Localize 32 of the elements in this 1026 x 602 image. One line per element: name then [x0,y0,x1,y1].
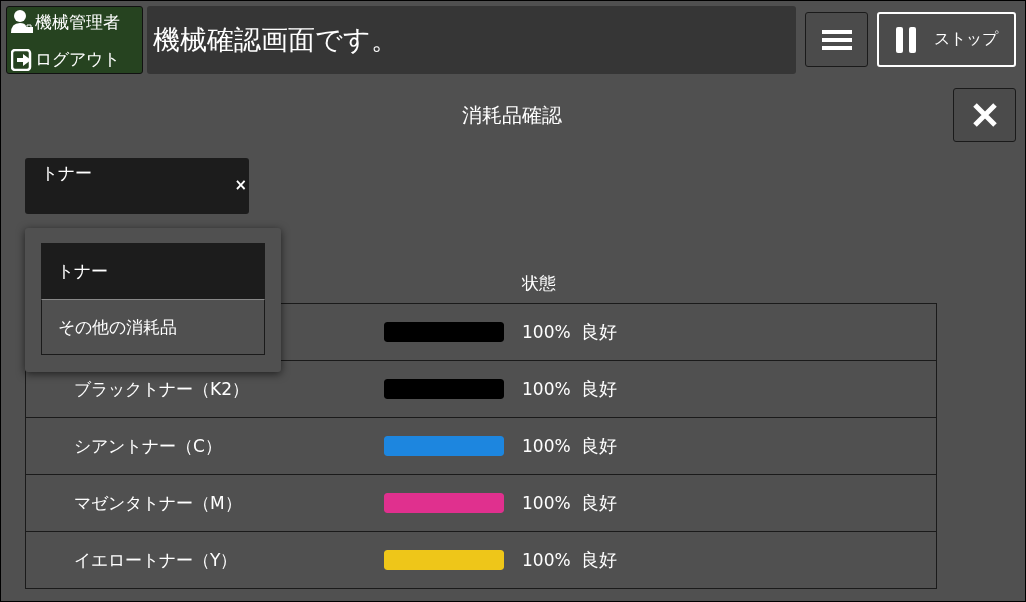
column-header: 状態 [522,272,556,295]
pause-icon [895,26,916,53]
status-text: 良好 [580,548,617,572]
toner-name: マゼンタトナー（M） [73,491,243,515]
logout-icon [11,48,33,71]
toner-name: イエロートナー（Y） [73,548,239,572]
user-icon [11,9,33,35]
menu-button[interactable] [805,12,869,67]
level-reading: 100% [522,493,571,513]
category-dropdown[interactable]: トナー × [25,158,249,214]
level-reading: 100% [522,322,571,342]
level-reading: 100% [522,379,571,399]
level-reading: 100% [522,550,571,570]
toner-name: シアントナー（C） [73,434,223,458]
toner-name: ブラックトナー（K2） [73,377,250,401]
close-icon [971,102,998,128]
status-text: 良好 [580,434,617,458]
status-text: 良好 [580,377,617,401]
logout-button[interactable]: 機械管理者 ログアウト [6,6,143,74]
user-role: 機械管理者 [35,10,120,34]
close-button[interactable] [953,88,1016,142]
menu-item[interactable]: トナー [41,243,265,299]
page-title: 消耗品確認 [461,101,563,129]
message-text: 機械確認画面です。 [146,6,797,74]
status-text: 良好 [580,491,617,515]
clear-icon[interactable]: × [234,176,247,194]
menu-item[interactable]: その他の消耗品 [41,299,265,355]
menu-icon [821,28,852,51]
level-reading: 100% [522,436,571,456]
dropdown-value: トナー [41,163,92,183]
stop-button[interactable]: ストップ [877,12,1016,67]
status-text: 良好 [580,320,617,344]
